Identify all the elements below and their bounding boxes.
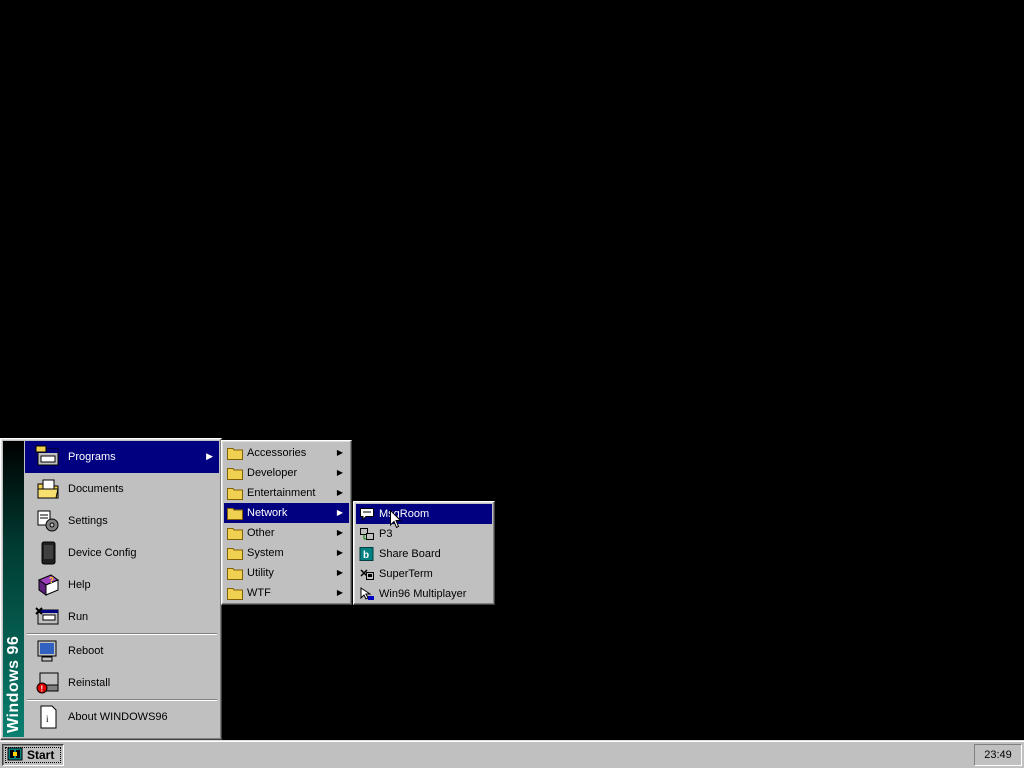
start-item-programs[interactable]: Programs ▶ [25, 441, 219, 473]
about-icon: i [35, 704, 61, 730]
reboot-icon [35, 638, 61, 664]
programs-item-entertainment[interactable]: Entertainment ▶ [224, 483, 349, 503]
network-item-label: MsgRoom [379, 508, 430, 520]
programs-item-developer[interactable]: Developer ▶ [224, 463, 349, 483]
start-item-run[interactable]: Run [25, 601, 219, 633]
programs-item-label: Entertainment [247, 487, 316, 499]
start-item-label: Reinstall [68, 677, 111, 689]
programs-item-utility[interactable]: Utility ▶ [224, 563, 349, 583]
clock[interactable]: 23:49 [984, 749, 1012, 761]
submenu-arrow-icon: ▶ [336, 528, 343, 537]
start-item-reboot[interactable]: Reboot [25, 635, 219, 667]
start-item-label: Help [68, 579, 91, 591]
help-book-icon: ? [35, 572, 61, 598]
folder-icon [227, 445, 243, 461]
network-submenu: MsgRoom P3 b Share Board SuperTerm Win96… [353, 501, 495, 605]
start-button[interactable]: Start [2, 744, 64, 766]
start-item-label: Reboot [68, 645, 104, 657]
programs-item-other[interactable]: Other ▶ [224, 523, 349, 543]
svg-text:?: ? [49, 576, 54, 585]
start-logo-icon [7, 746, 23, 765]
programs-item-label: Utility [247, 567, 274, 579]
submenu-arrow-icon: ▶ [336, 468, 343, 477]
superterm-icon [359, 566, 375, 582]
multiplayer-icon [359, 586, 375, 602]
submenu-arrow-icon: ▶ [336, 488, 343, 497]
folder-icon [227, 585, 243, 601]
start-item-help[interactable]: ? Help [25, 569, 219, 601]
start-button-label: Start [27, 748, 55, 762]
start-item-settings[interactable]: Settings [25, 505, 219, 537]
network-item-label: Share Board [379, 548, 441, 560]
programs-submenu: Accessories ▶ Developer ▶ Entertainment … [221, 440, 352, 605]
folder-icon [227, 525, 243, 541]
submenu-arrow-icon: ▶ [336, 448, 343, 457]
network-item-label: Win96 Multiplayer [379, 588, 467, 600]
folder-icon [227, 465, 243, 481]
submenu-arrow-icon: ▶ [206, 451, 213, 461]
start-menu-items: Programs ▶ Documents Settings Device Con… [25, 441, 219, 737]
programs-item-label: Other [247, 527, 275, 539]
network-item-label: SuperTerm [379, 568, 433, 580]
svg-text:b: b [363, 550, 369, 561]
start-menu-banner: Windows 96 [3, 441, 24, 737]
mouse-pointer-icon [390, 509, 402, 533]
system-tray: 23:49 [974, 744, 1022, 766]
p3-icon [359, 526, 375, 542]
submenu-arrow-icon: ▶ [336, 548, 343, 557]
network-item-superterm[interactable]: SuperTerm [356, 564, 492, 584]
start-item-about[interactable]: i About WINDOWS96 [25, 701, 219, 733]
programs-item-label: Network [247, 507, 288, 519]
network-item-win96-multiplayer[interactable]: Win96 Multiplayer [356, 584, 492, 604]
start-item-reinstall[interactable]: ! Reinstall [25, 667, 219, 699]
start-item-label: Settings [68, 515, 108, 527]
start-item-label: Programs [68, 451, 116, 463]
programs-item-label: Accessories [247, 447, 307, 459]
programs-item-label: System [247, 547, 284, 559]
submenu-arrow-icon: ▶ [336, 568, 343, 577]
submenu-arrow-icon: ▶ [336, 588, 343, 597]
run-icon [35, 604, 61, 630]
submenu-arrow-icon: ▶ [336, 508, 343, 517]
programs-item-label: WTF [247, 587, 271, 599]
start-item-device-config[interactable]: Device Config [25, 537, 219, 569]
folder-icon [227, 545, 243, 561]
start-menu-banner-text: Windows 96 [5, 635, 22, 733]
start-item-label: Documents [68, 483, 124, 495]
taskbar: Start 23:49 [0, 740, 1024, 768]
settings-icon [35, 508, 61, 534]
reinstall-icon: ! [35, 670, 61, 696]
programs-item-network[interactable]: Network ▶ [224, 503, 349, 523]
start-item-label: Run [68, 611, 89, 623]
share-board-icon: b [359, 546, 375, 562]
programs-icon [35, 444, 61, 470]
programs-item-system[interactable]: System ▶ [224, 543, 349, 563]
msgroom-icon [359, 506, 375, 522]
device-icon [35, 540, 61, 566]
start-item-label: Device Config [68, 547, 137, 559]
folder-icon [227, 565, 243, 581]
start-item-documents[interactable]: Documents [25, 473, 219, 505]
documents-folder-icon [35, 476, 61, 502]
network-item-share-board[interactable]: b Share Board [356, 544, 492, 564]
svg-text:!: ! [41, 685, 44, 694]
start-item-label: About WINDOWS96 [68, 711, 168, 723]
network-item-p3[interactable]: P3 [356, 524, 492, 544]
folder-icon [227, 485, 243, 501]
programs-item-label: Developer [247, 467, 298, 479]
programs-item-accessories[interactable]: Accessories ▶ [224, 443, 349, 463]
programs-item-wtf[interactable]: WTF ▶ [224, 583, 349, 603]
folder-icon [227, 505, 243, 521]
start-menu: Windows 96 Programs ▶ Documents Settings… [0, 438, 222, 740]
network-item-msgroom[interactable]: MsgRoom [356, 504, 492, 524]
